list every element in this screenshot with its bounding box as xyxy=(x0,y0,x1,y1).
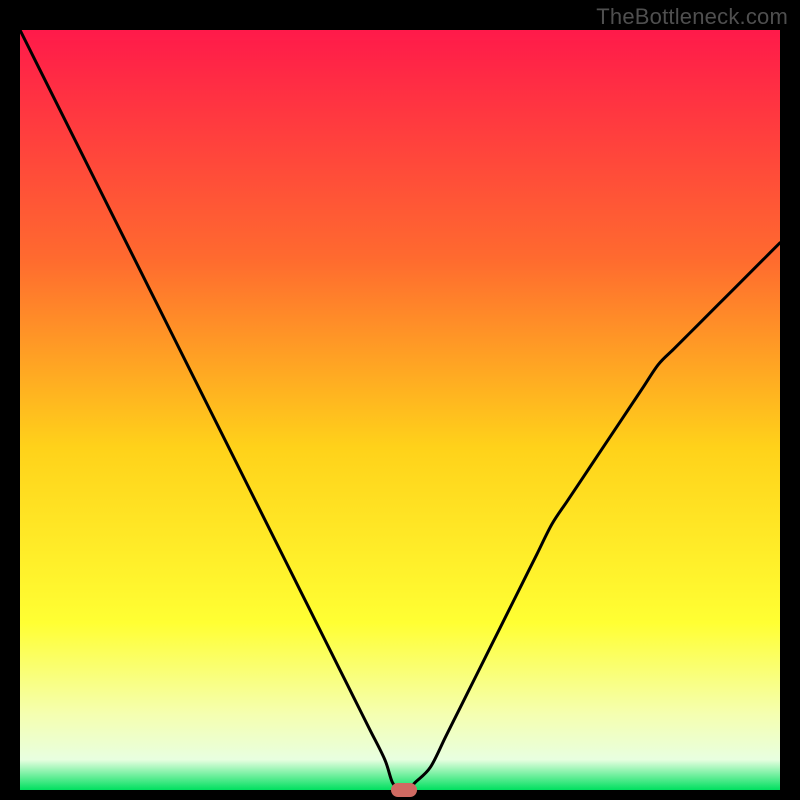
bottleneck-chart xyxy=(20,30,780,790)
gradient-background xyxy=(20,30,780,790)
chart-frame: TheBottleneck.com xyxy=(0,0,800,800)
optimal-point-marker xyxy=(391,783,417,797)
plot-area xyxy=(20,30,780,790)
watermark-text: TheBottleneck.com xyxy=(596,4,788,30)
